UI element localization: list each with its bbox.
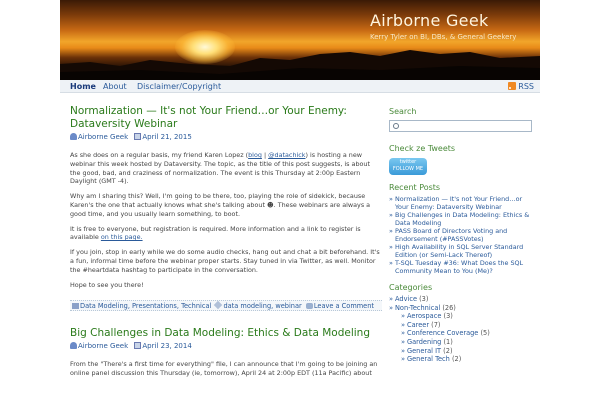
recent-posts-list: Normalization — It's not Your Friend…or … [389,195,534,275]
category-item: Aerospace (3) [389,312,534,321]
calendar-icon [134,133,142,140]
post-body: From the "There's a first time for every… [70,360,382,378]
category-count: (3) [419,295,429,303]
post-article: Normalization — It's not Your Friend…or … [70,105,382,312]
post-article: Big Challenges in Data Modeling: Ethics … [70,327,382,378]
post-categories[interactable]: Data Modeling, Presentations, Technical [80,302,211,310]
post-body: As she does on a regular basis, my frien… [70,151,382,289]
post-paragraph: Why am I sharing this? Well, I'm going t… [70,192,371,218]
category-item: Advice (3) [389,295,534,304]
site-header: Airborne Geek Kerry Tyler on BI, DBs, & … [60,0,540,80]
category-item: Non-Technical (26) [389,304,534,313]
post-paragraph: If you join, stop in early while we do s… [70,248,380,274]
main-nav: Home About Disclaimer/Copyright RSS [60,80,540,93]
search-widget: Search [389,107,534,132]
category-item: Gardening (1) [389,338,534,347]
para-text: As she does on a regular basis, my frien… [70,151,249,159]
category-link[interactable]: Conference Coverage [407,329,478,337]
widget-title-tweets: Check ze Tweets [389,144,456,153]
leave-comment-link[interactable]: Leave a Comment [314,302,374,310]
category-link[interactable]: General IT [407,347,441,355]
category-count: (7) [431,320,441,329]
category-link[interactable]: General Tech [407,355,450,363]
category-item: Conference Coverage (5) [389,329,534,338]
category-count: (2) [451,355,462,364]
category-link[interactable]: Non-Technical [395,304,440,312]
post-footer: Data Modeling, Presentations, Technical … [70,300,382,312]
post-author[interactable]: Airborne Geek [78,133,128,141]
category-link[interactable]: Advice [395,295,417,303]
category-count: (5) [480,329,490,338]
widget-title-recent: Recent Posts [389,183,441,192]
user-icon [70,133,77,140]
twitter-button-label: twitter FOLLOW ME [392,159,424,172]
nav-disclaimer[interactable]: Disclaimer/Copyright [137,82,221,91]
post-tags[interactable]: data modeling, webinar [223,302,301,310]
main-content: Normalization — It's not Your Friend…or … [70,105,382,378]
category-count: (2) [443,346,453,355]
post-paragraph: Hope to see you there! [70,280,144,289]
blog-link[interactable]: blog [248,151,262,159]
category-count: (1) [443,337,453,346]
search-input[interactable] [389,120,532,132]
twitter-handle-link[interactable]: @datachick [268,151,305,159]
widget-title-search: Search [389,107,417,116]
register-link[interactable]: on this page. [101,233,143,241]
categories-widget: Categories Advice (3)Non-Technical (26)A… [389,283,534,364]
user-icon [70,342,77,350]
rss-icon [508,82,517,90]
category-count: (26) [442,303,456,312]
recent-post-link[interactable]: T-SQL Tuesday #36: What Does the SQL Com… [389,259,534,275]
category-link[interactable]: Career [407,321,429,329]
recent-post-link[interactable]: Big Challenges in Data Modeling: Ethics … [389,211,534,227]
post-author[interactable]: Airborne Geek [78,342,128,350]
post-title[interactable]: Big Challenges in Data Modeling: Ethics … [70,327,382,340]
mountain-silhouette [60,50,540,80]
post-date[interactable]: April 23, 2014 [142,342,191,350]
post-date[interactable]: April 21, 2015 [142,133,191,141]
categories-list: Advice (3)Non-Technical (26)Aerospace (3… [389,295,534,364]
folder-icon [72,303,79,310]
post-paragraph: It is free to everyone, but registration… [70,225,382,243]
sidebar: Search Check ze Tweets twitter FOLLOW ME… [389,107,534,372]
post-paragraph: As she does on a regular basis, my frien… [70,151,382,186]
category-item: General Tech (2) [389,355,534,364]
rss-link[interactable]: RSS [508,82,534,91]
search-icon [393,123,399,129]
tweets-widget: Check ze Tweets twitter FOLLOW ME [389,144,534,175]
post-title[interactable]: Normalization — It's not Your Friend…or … [70,105,382,131]
site-tagline: Kerry Tyler on BI, DBs, & General Geeker… [370,33,517,41]
recent-post-link[interactable]: High Availability in SQL Server Standard… [389,243,534,259]
twitter-follow-button[interactable]: twitter FOLLOW ME [389,158,427,175]
category-link[interactable]: Gardening [407,338,441,346]
recent-post-link[interactable]: Normalization — It's not Your Friend…or … [389,195,534,211]
site-title[interactable]: Airborne Geek [370,11,489,30]
nav-home[interactable]: Home [70,82,96,91]
recent-posts-widget: Recent Posts Normalization — It's not Yo… [389,183,534,275]
nav-about[interactable]: About [103,82,127,91]
post-paragraph: From the "There's a first time for every… [70,360,378,378]
category-item: General IT (2) [389,347,534,356]
tag-icon [214,301,223,310]
post-meta: Airborne Geek April 21, 2015 [70,133,382,143]
category-item: Career (7) [389,321,534,330]
comment-icon [305,303,313,310]
category-link[interactable]: Aerospace [407,312,441,320]
rss-label: RSS [518,82,534,91]
widget-title-categories: Categories [389,283,433,292]
calendar-icon [134,342,142,350]
recent-post-link[interactable]: PASS Board of Directors Voting and Endor… [389,227,534,243]
post-meta: Airborne Geek April 23, 2014 [70,342,382,352]
category-count: (3) [443,312,453,321]
